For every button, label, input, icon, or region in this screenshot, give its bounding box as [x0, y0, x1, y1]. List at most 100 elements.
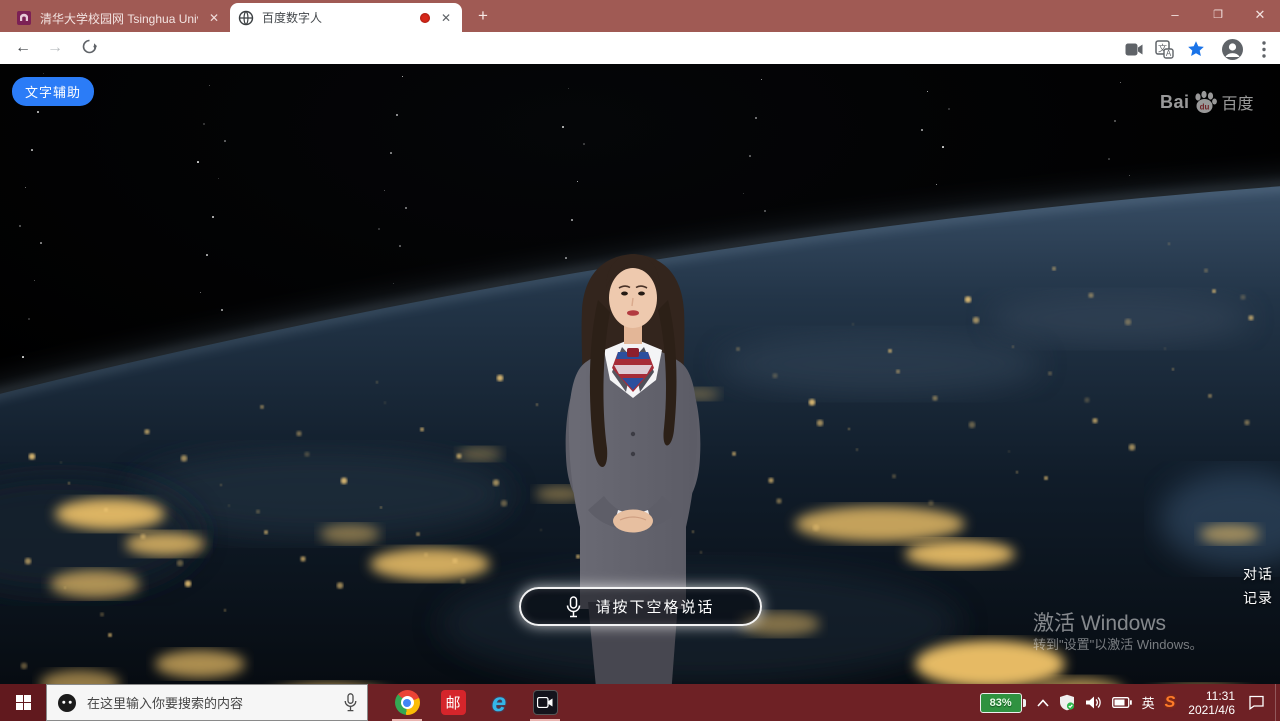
city-light-cluster	[458, 447, 502, 461]
city-light	[185, 580, 192, 587]
sogou-input-icon[interactable]: S	[1160, 684, 1181, 721]
new-tab-button[interactable]: +	[470, 7, 496, 27]
city-light	[1129, 444, 1136, 451]
avatar-nose	[632, 298, 633, 306]
back-button[interactable]: ←	[10, 35, 36, 61]
city-light	[856, 448, 858, 450]
avatar-lips	[627, 310, 639, 316]
city-light	[177, 560, 184, 567]
taskbar-camera-button[interactable]	[522, 684, 568, 721]
city-light	[1248, 315, 1253, 320]
microphone-icon	[566, 596, 581, 618]
ime-language-indicator[interactable]: 英	[1137, 684, 1160, 721]
city-light	[29, 453, 36, 460]
city-light	[224, 609, 226, 611]
city-light	[108, 633, 112, 637]
city-light	[892, 474, 896, 478]
clock-date: 2021/4/6	[1188, 703, 1235, 717]
city-light	[100, 613, 104, 617]
text-assist-button[interactable]: 文字辅助	[12, 77, 94, 106]
city-light	[928, 500, 933, 505]
city-light-cluster	[905, 540, 1015, 568]
chrome-icon	[395, 690, 420, 715]
windows-taskbar: 在这里输入你要搜索的内容 邮 e	[0, 684, 1280, 721]
tray-battery-icon[interactable]	[1107, 684, 1137, 721]
city-light	[772, 373, 777, 378]
tab-title: 清华大学校园网 Tsinghua Univ	[40, 10, 198, 27]
city-light	[776, 498, 781, 503]
window-minimize-button[interactable]: –	[1155, 0, 1195, 30]
avatar-eye-left	[621, 292, 628, 296]
city-light	[21, 663, 28, 670]
taskbar-chrome-button[interactable]	[384, 684, 430, 721]
city-light	[140, 534, 145, 539]
city-light	[60, 461, 62, 463]
taskbar-search-box[interactable]: 在这里输入你要搜索的内容	[46, 684, 368, 721]
windows-logo-icon	[16, 695, 31, 710]
battery-percent-text: 83%	[990, 697, 1012, 709]
taskbar-ie-button[interactable]: e	[476, 684, 522, 721]
city-light	[1125, 319, 1132, 326]
tab-tsinghua[interactable]: 清华大学校园网 Tsinghua Univ ✕	[8, 4, 230, 32]
tray-expand-chevron[interactable]	[1027, 684, 1054, 721]
taskbar-clock[interactable]: 11:31 2021/4/6	[1180, 689, 1243, 717]
city-light	[260, 405, 264, 409]
action-center-icon[interactable]	[1243, 684, 1275, 721]
volume-icon[interactable]	[1080, 684, 1107, 721]
recording-indicator-icon	[420, 13, 430, 23]
forward-button[interactable]: →	[42, 35, 68, 61]
battery-percent-widget[interactable]: 83%	[975, 684, 1027, 721]
dialog-record-tab-line1[interactable]: 对话	[1243, 564, 1273, 584]
media-camera-icon[interactable]	[1122, 37, 1146, 61]
city-light	[452, 558, 457, 563]
city-light	[965, 296, 972, 303]
city-light	[104, 508, 108, 512]
defender-shield-icon[interactable]	[1054, 684, 1080, 721]
internet-explorer-icon: e	[492, 690, 506, 715]
baidu-paw-icon: du	[1192, 90, 1218, 114]
svg-text:A: A	[1165, 49, 1171, 58]
city-light	[493, 479, 500, 486]
city-light	[144, 429, 149, 434]
profile-avatar-icon[interactable]	[1220, 37, 1244, 61]
tab-close-icon[interactable]: ✕	[206, 10, 222, 26]
bookmark-star-icon[interactable]	[1184, 37, 1208, 61]
city-light	[809, 399, 816, 406]
push-to-talk-text: 请按下空格说话	[595, 596, 714, 617]
push-to-talk-bar[interactable]: 请按下空格说话	[519, 587, 762, 626]
city-light	[1084, 397, 1089, 402]
city-light	[380, 506, 382, 508]
city-light	[852, 323, 854, 325]
translate-icon[interactable]: 文A	[1152, 37, 1176, 61]
taskbar-mail-button[interactable]: 邮	[430, 684, 476, 721]
tab-digital-human[interactable]: 百度数字人 ✕	[230, 3, 462, 32]
start-button[interactable]	[0, 684, 46, 721]
city-light	[64, 587, 66, 589]
city-light-cluster	[155, 650, 245, 678]
window-maximize-button[interactable]: ❐	[1198, 0, 1238, 30]
dialog-record-tab-line2[interactable]: 记录	[1243, 588, 1273, 608]
camera-app-icon	[533, 690, 558, 715]
city-light	[68, 482, 70, 484]
browser-menu-icon[interactable]	[1252, 37, 1276, 61]
city-light	[1016, 471, 1018, 473]
city-light-cluster	[50, 570, 140, 598]
city-light	[888, 349, 892, 353]
refresh-icon	[81, 38, 98, 55]
city-light	[1168, 243, 1170, 245]
city-light-cluster	[1200, 524, 1260, 544]
city-light	[1164, 347, 1166, 349]
refresh-button[interactable]	[76, 38, 102, 64]
city-light	[1240, 295, 1245, 300]
assistant-icon	[57, 693, 77, 713]
city-light-cluster	[55, 498, 165, 530]
tab-close-icon[interactable]: ✕	[438, 10, 454, 26]
city-light-cluster	[370, 548, 490, 580]
city-light	[220, 484, 222, 486]
globe-favicon-icon	[238, 10, 254, 26]
search-mic-icon[interactable]	[344, 693, 357, 712]
window-close-button[interactable]: ✕	[1240, 0, 1280, 30]
city-light	[460, 579, 465, 584]
show-desktop-button[interactable]	[1275, 684, 1280, 721]
city-light	[296, 431, 301, 436]
